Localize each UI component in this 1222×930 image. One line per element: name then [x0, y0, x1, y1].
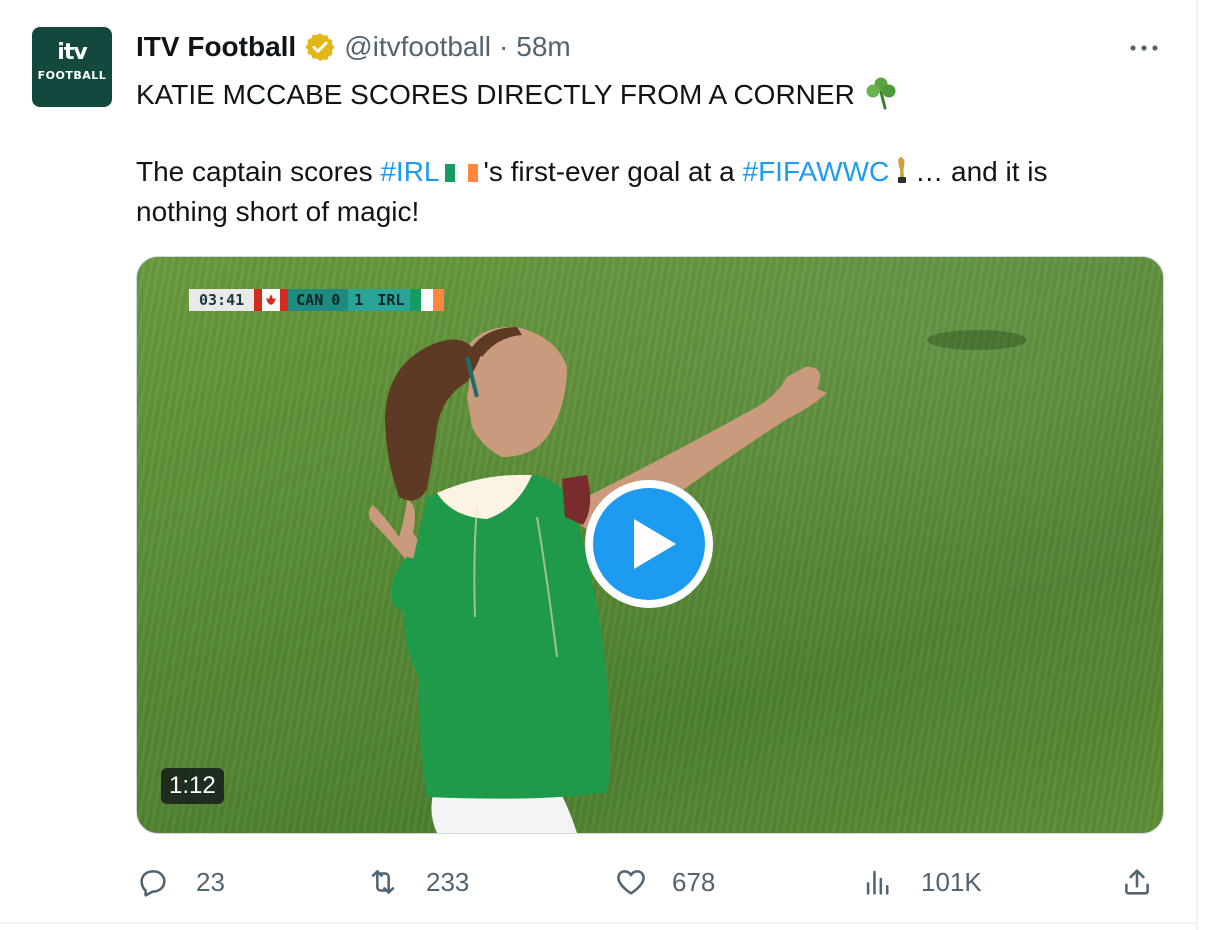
home-score: 0: [331, 291, 341, 309]
tweet-body-line-2: nothing short of magic!: [136, 196, 420, 227]
share-icon: [1125, 869, 1149, 895]
more-options-icon[interactable]: [1128, 38, 1160, 58]
bottom-border: [0, 922, 1198, 924]
trophy-icon: [893, 155, 911, 193]
reply-button[interactable]: 23: [136, 862, 225, 902]
video-duration-badge: 1:12: [161, 768, 224, 804]
match-clock: 03:41: [189, 289, 255, 311]
avatar[interactable]: itv FOOTBALL: [32, 27, 112, 107]
user-handle[interactable]: @itvfootball: [344, 31, 491, 63]
home-team: CAN: [296, 291, 324, 309]
like-count: 678: [672, 866, 716, 897]
play-icon: [585, 480, 713, 608]
retweet-count: 233: [426, 866, 470, 897]
tweet-text-segment: … and it is: [915, 156, 1048, 187]
avatar-logo-subtext: FOOTBALL: [37, 69, 107, 82]
tweet-body-line-1: The captain scores #IRL 's first-ever go…: [136, 155, 1048, 193]
display-name[interactable]: ITV Football: [136, 31, 296, 63]
away-score: 1: [354, 291, 364, 309]
play-button[interactable]: [582, 477, 716, 611]
timestamp[interactable]: 58m: [516, 31, 570, 63]
ireland-flag-icon: [410, 289, 445, 311]
reply-count: 23: [196, 866, 225, 897]
tweet-actions-bar: 23 233 678 101K: [136, 862, 1162, 902]
tweet-headline-line: KATIE MCCABE SCORES DIRECTLY FROM A CORN…: [136, 74, 899, 118]
canada-flag-icon: [254, 289, 289, 311]
reply-icon: [140, 870, 166, 897]
video-player[interactable]: 03:41 CAN 0 1 IRL 1:12: [136, 256, 1164, 834]
scorebug-home: CAN 0: [288, 289, 349, 311]
away-team: IRL: [377, 291, 405, 309]
shamrock-icon: [863, 74, 899, 118]
hashtag-fifawwc-link[interactable]: #FIFAWWC: [743, 156, 890, 187]
verified-badge-icon[interactable]: [304, 31, 336, 63]
retweet-button[interactable]: 233: [366, 862, 469, 902]
views-count: 101K: [921, 866, 982, 897]
retweet-icon: [371, 870, 395, 894]
share-button[interactable]: [1120, 862, 1154, 902]
scorebug-away: 1 IRL: [348, 289, 411, 311]
views-button[interactable]: 101K: [861, 862, 982, 902]
views-icon: [866, 870, 889, 895]
heart-icon: [617, 870, 645, 895]
ireland-flag-icon: [442, 158, 482, 192]
like-button[interactable]: 678: [614, 862, 715, 902]
tweet-text-segment: 's first-ever goal at a: [483, 156, 743, 187]
tweet-header: ITV Football @itvfootball · 58m: [136, 30, 571, 64]
separator-dot: ·: [498, 31, 509, 62]
tweet-text-segment: The captain scores: [136, 156, 381, 187]
avatar-logo-text: itv: [57, 40, 87, 65]
hashtag-irl-link[interactable]: #IRL: [380, 156, 439, 187]
scorebug: 03:41 CAN 0 1 IRL: [189, 289, 445, 311]
right-border: [1196, 0, 1198, 930]
tweet-headline: KATIE MCCABE SCORES DIRECTLY FROM A CORN…: [136, 79, 855, 110]
